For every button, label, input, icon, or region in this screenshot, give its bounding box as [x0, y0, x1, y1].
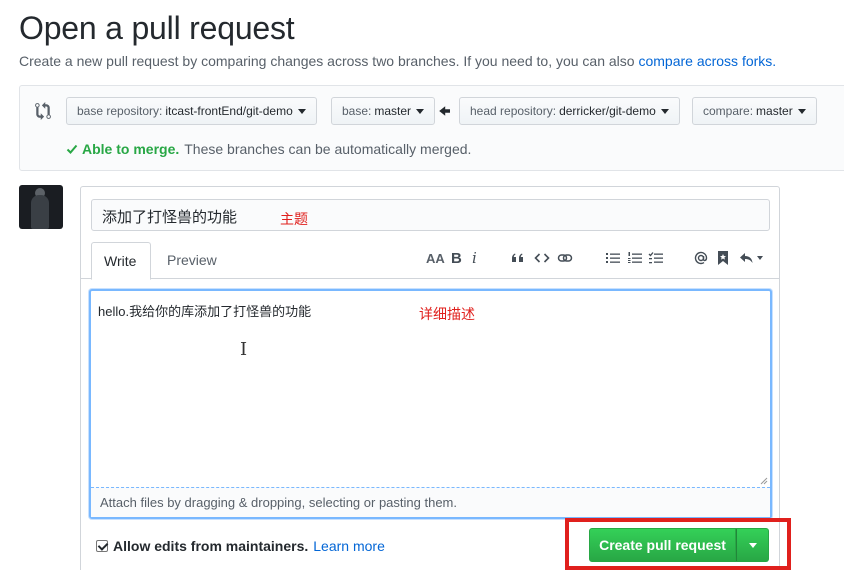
header-text-button[interactable]: AA — [426, 249, 445, 267]
mention-button[interactable] — [693, 249, 709, 267]
code-button[interactable] — [534, 249, 550, 267]
reply-menu-button[interactable] — [738, 249, 764, 267]
compare-branch-label: compare: — [703, 104, 754, 118]
task-list-icon — [648, 252, 663, 264]
unordered-list-icon — [606, 253, 620, 263]
unordered-list-button[interactable] — [605, 249, 621, 267]
base-branch-value: master — [374, 104, 412, 118]
tab-write[interactable]: Write — [91, 242, 151, 280]
allow-edits-checkbox[interactable] — [96, 540, 108, 552]
link-icon — [557, 254, 573, 262]
base-repository-label: base repository: — [77, 104, 163, 118]
branch-range-editor: base repository: itcast-frontEnd/git-dem… — [19, 85, 844, 171]
arrow-left-icon — [439, 106, 450, 116]
comment-body-textarea[interactable]: hello.我给你的库添加了打怪兽的功能 详细描述 I Attach files… — [89, 289, 772, 519]
mention-icon — [694, 251, 708, 265]
quote-icon — [512, 253, 523, 262]
bookmark-icon — [718, 251, 728, 265]
annotation-highlight-box — [565, 518, 791, 570]
pull-request-form: 添加了打怪兽的功能 主题 Write Preview AA B i hello.… — [80, 186, 780, 570]
task-list-button[interactable] — [648, 249, 664, 267]
base-branch-label: base: — [342, 104, 372, 118]
editor-tab-bar: Write Preview AA B i — [81, 241, 779, 280]
base-repository-select[interactable]: base repository: itcast-frontEnd/git-dem… — [66, 97, 317, 125]
check-icon — [66, 144, 78, 154]
git-compare-icon — [35, 102, 51, 120]
saved-reply-button[interactable] — [715, 249, 731, 267]
resize-grip-icon[interactable] — [758, 475, 768, 485]
compare-branch-select[interactable]: compare: master — [692, 97, 817, 125]
head-repository-value: derricker/git-demo — [559, 104, 656, 118]
head-repository-label: head repository: — [470, 104, 557, 118]
bold-button[interactable]: B — [451, 249, 462, 267]
chevron-down-icon — [797, 108, 806, 114]
comment-body-value: hello.我给你的库添加了打怪兽的功能 — [98, 304, 312, 319]
reply-icon — [740, 253, 753, 263]
ordered-list-icon — [628, 252, 642, 263]
code-icon — [534, 253, 550, 263]
title-input[interactable]: 添加了打怪兽的功能 — [91, 199, 770, 231]
chevron-down-icon — [660, 108, 669, 114]
allow-edits-option: Allow edits from maintainers. Learn more — [96, 538, 385, 554]
italic-button[interactable]: i — [472, 249, 477, 267]
chevron-down-icon — [297, 108, 306, 114]
able-to-merge-text: Able to merge. — [82, 141, 180, 157]
ordered-list-button[interactable] — [627, 249, 643, 267]
avatar[interactable] — [19, 185, 63, 229]
base-branch-select[interactable]: base: master — [331, 97, 436, 125]
base-repository-value: itcast-frontEnd/git-demo — [165, 104, 293, 118]
chevron-down-icon — [416, 108, 425, 114]
page-title: Open a pull request — [19, 10, 295, 46]
link-button[interactable] — [557, 249, 573, 267]
attach-files-bar[interactable]: Attach files by dragging & dropping, sel… — [91, 487, 770, 517]
allow-edits-label: Allow edits from maintainers. — [113, 538, 309, 554]
head-repository-select[interactable]: head repository: derricker/git-demo — [459, 97, 680, 125]
compare-across-forks-link[interactable]: compare across forks. — [638, 53, 776, 69]
tab-preview[interactable]: Preview — [155, 242, 229, 279]
title-annotation: 主题 — [280, 211, 308, 227]
avatar-figure — [31, 195, 49, 229]
subtitle-text: Create a new pull request by comparing c… — [19, 53, 635, 69]
learn-more-link[interactable]: Learn more — [313, 538, 385, 554]
merge-message: These branches can be automatically merg… — [184, 141, 472, 157]
text-cursor-icon: I — [240, 339, 248, 360]
page-subtitle: Create a new pull request by comparing c… — [19, 53, 776, 69]
merge-status: Able to merge. These branches can be aut… — [66, 141, 471, 157]
body-annotation: 详细描述 — [419, 306, 475, 322]
compare-branch-value: master — [756, 104, 793, 118]
quote-button[interactable] — [510, 249, 526, 267]
chevron-down-icon — [757, 256, 763, 260]
